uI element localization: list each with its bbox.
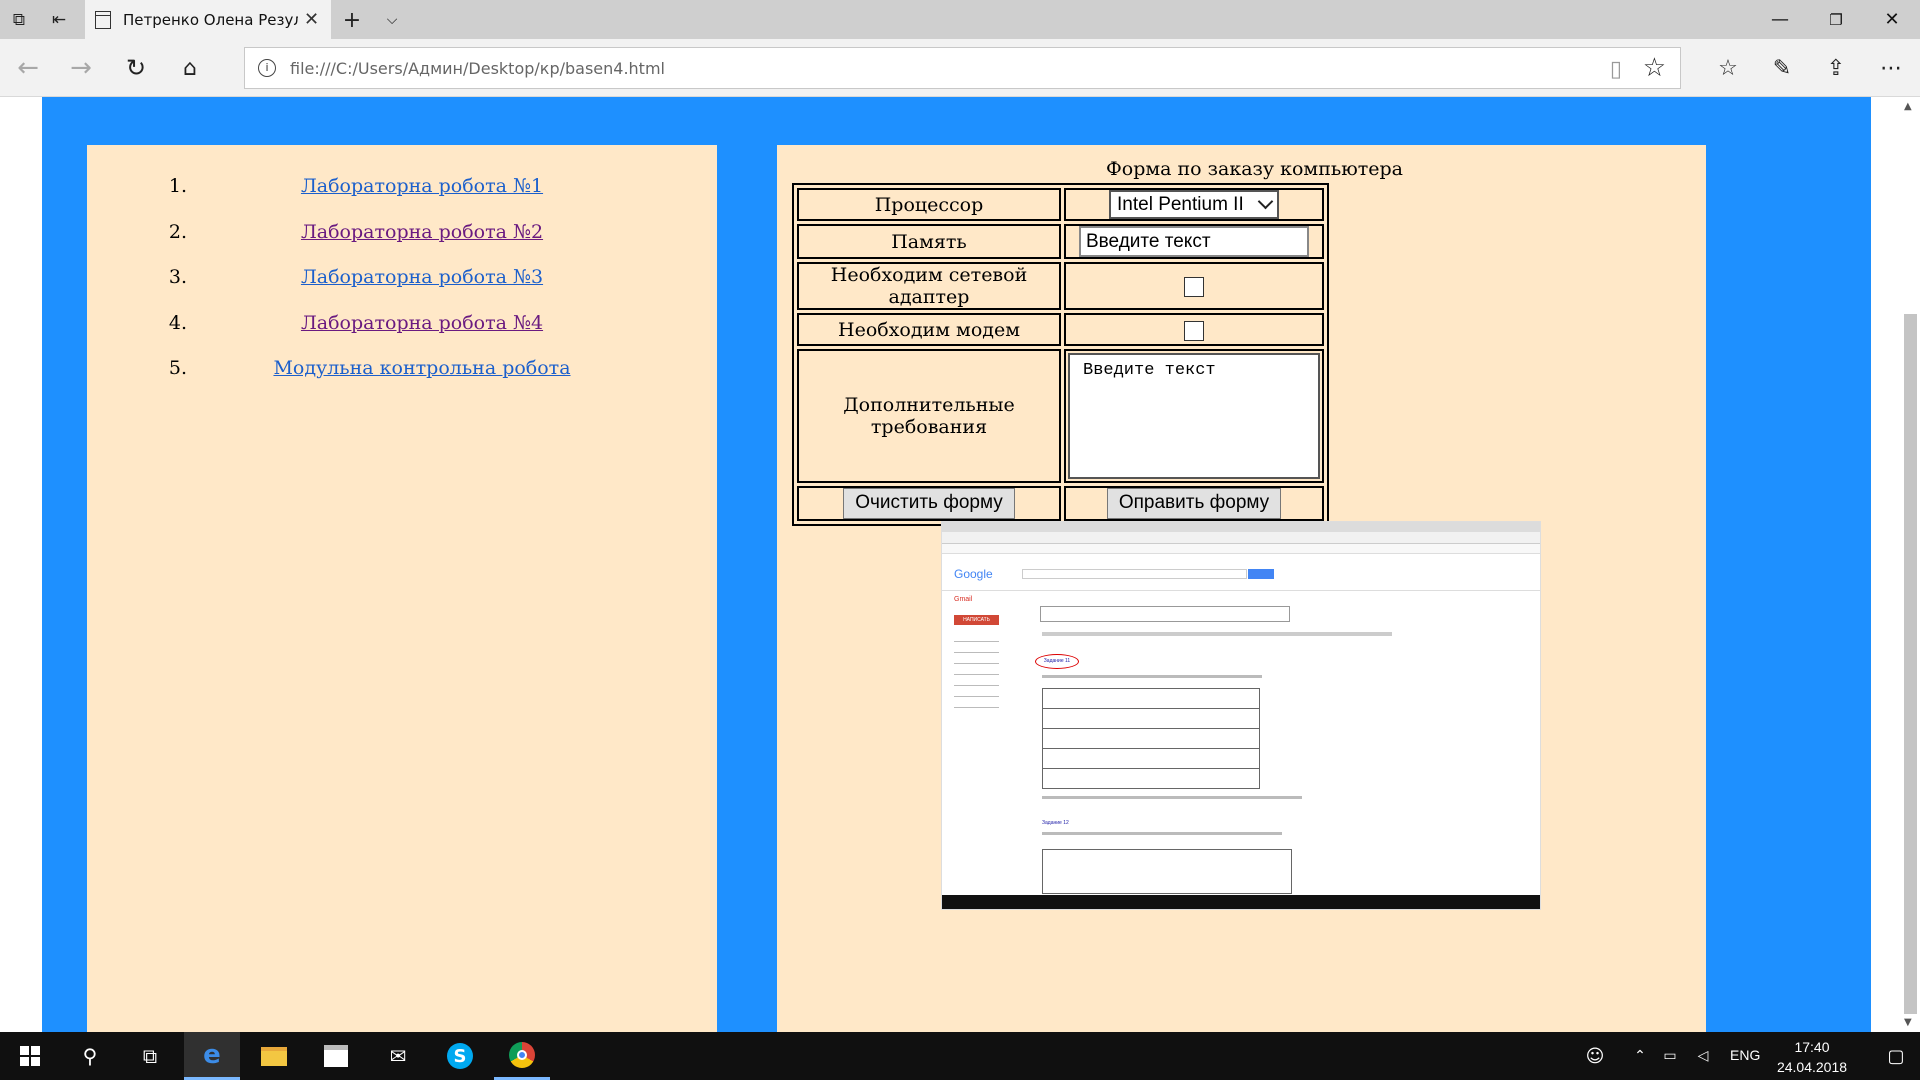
embedded-bookmarks — [942, 544, 1540, 554]
start-button[interactable] — [2, 1032, 58, 1080]
windows-taskbar: ⚲ ⧉ e ✉ S ☺ ⌃ ▭ ◁ ENG 17:40 24.04.2018 ▢ — [0, 1032, 1920, 1080]
tab-title: Петренко Олена Резул — [123, 10, 298, 29]
link-module-test[interactable]: Модульна контрольна робота — [273, 357, 570, 379]
address-bar[interactable]: i file:///C:/Users/Админ/Desktop/кр/base… — [244, 47, 1681, 89]
mail-icon[interactable]: ✉ — [370, 1032, 426, 1080]
reading-view-icon[interactable]: ▯ — [1610, 57, 1622, 82]
embedded-google-logo: Google — [954, 567, 993, 581]
form-title: Форма по заказу компьютера — [1105, 158, 1404, 180]
favorites-hub-icon[interactable]: ☆ — [1710, 51, 1746, 85]
memory-label: Память — [797, 224, 1061, 259]
file-explorer-icon[interactable] — [246, 1032, 302, 1080]
forward-button[interactable]: → — [63, 51, 99, 85]
search-icon[interactable]: ⚲ — [62, 1032, 118, 1080]
order-form-table: Процессор Intel Pentium II Память Введит… — [792, 183, 1329, 526]
more-menu-icon[interactable]: ⋯ — [1873, 51, 1909, 85]
browser-tab[interactable]: Петренко Олена Резул ✕ — [85, 0, 331, 39]
edge-browser-icon[interactable]: e — [184, 1032, 240, 1080]
network-adapter-label: Необходим сетевой адаптер — [797, 262, 1061, 310]
processor-select[interactable]: Intel Pentium II — [1109, 190, 1279, 219]
set-tabs-aside-icon[interactable]: ⇤ — [48, 9, 70, 31]
list-item: 1 Лабораторна робота №1 — [87, 175, 717, 221]
modem-label: Необходим модем — [797, 313, 1061, 346]
list-item: 4 Лабораторна робота №4 — [87, 312, 717, 358]
embedded-screenshot-image: Google Gmail НАПИСАТЬ Задание 11 Задание… — [941, 521, 1541, 910]
link-lab-1[interactable]: Лабораторна робота №1 — [301, 175, 543, 197]
list-item: 3 Лабораторна робота №3 — [87, 266, 717, 312]
link-lab-2[interactable]: Лабораторна робота №2 — [301, 221, 543, 243]
url-text[interactable]: file:///C:/Users/Админ/Desktop/кр/basen4… — [290, 59, 665, 78]
embedded-gmail-label: Gmail — [954, 596, 973, 603]
people-icon[interactable]: ☺ — [1575, 1032, 1615, 1080]
extra-requirements-textarea[interactable]: Введите текст — [1068, 353, 1320, 479]
clock-date: 24.04.2018 — [1776, 1059, 1848, 1075]
browser-tab-bar: ⧉ ⇤ Петренко Олена Резул ✕ + ⌵ — ❐ ✕ — [0, 0, 1920, 39]
clear-form-button[interactable]: Очистить форму — [843, 488, 1015, 519]
memory-input[interactable]: Введите текст — [1079, 226, 1309, 257]
tray-chevron-up-icon[interactable]: ⌃ — [1625, 1032, 1655, 1080]
processor-label: Процессор — [797, 188, 1061, 221]
scrollbar-thumb[interactable] — [1904, 314, 1917, 1014]
page-viewport: 1 Лабораторна робота №1 2 Лабораторна ро… — [0, 97, 1920, 1032]
navigation-panel: 1 Лабораторна робота №1 2 Лабораторна ро… — [87, 145, 717, 1032]
close-window-button[interactable]: ✕ — [1864, 0, 1920, 39]
restore-button[interactable]: ❐ — [1808, 0, 1864, 39]
battery-icon[interactable]: ▭ — [1655, 1032, 1685, 1080]
web-note-icon[interactable]: ✎ — [1764, 51, 1800, 85]
embedded-search-icon — [1248, 569, 1274, 579]
embedded-task-table-2 — [1042, 849, 1292, 894]
windows-logo-icon — [20, 1046, 40, 1066]
share-icon[interactable]: ⇪ — [1818, 51, 1854, 85]
home-button[interactable]: ⌂ — [172, 51, 208, 85]
language-indicator[interactable]: ENG — [1730, 1047, 1760, 1063]
browser-nav-bar: ← → ↻ ⌂ i file:///C:/Users/Админ/Desktop… — [0, 39, 1920, 97]
link-lab-4[interactable]: Лабораторна робота №4 — [301, 312, 543, 334]
list-item: 5 Модульна контрольна робота — [87, 357, 717, 403]
submit-form-button[interactable]: Оправить форму — [1106, 488, 1282, 519]
volume-icon[interactable]: ◁ — [1688, 1032, 1718, 1080]
modem-checkbox[interactable] — [1184, 320, 1204, 341]
clock-time: 17:40 — [1794, 1039, 1830, 1055]
embedded-table-top — [1040, 606, 1290, 622]
back-button[interactable]: ← — [10, 51, 46, 85]
embedded-search-box — [1022, 569, 1247, 579]
form-panel: Форма по заказу компьютера Процессор Int… — [777, 145, 1706, 1032]
task-view-icon[interactable]: ⧉ — [122, 1032, 178, 1080]
store-icon[interactable] — [308, 1032, 364, 1080]
lab-list: 1 Лабораторна робота №1 2 Лабораторна ро… — [87, 145, 717, 403]
vertical-scrollbar[interactable]: ▲ ▼ — [1900, 97, 1920, 1032]
embedded-next-heading: Задание 12 — [1042, 820, 1069, 826]
tab-list-chevron-icon[interactable]: ⌵ — [381, 9, 403, 31]
close-tab-icon[interactable]: ✕ — [304, 9, 319, 30]
extra-requirements-label: Дополнительные требования — [797, 349, 1061, 483]
embedded-addressbar — [942, 532, 1540, 544]
new-tab-icon[interactable]: + — [341, 8, 363, 33]
page-icon — [95, 10, 111, 29]
embedded-taskbar — [942, 895, 1540, 909]
scroll-up-icon[interactable]: ▲ — [1904, 101, 1912, 112]
clock[interactable]: 17:40 24.04.2018 — [1772, 1037, 1852, 1077]
processor-select-value: Intel Pentium II — [1117, 193, 1244, 215]
embedded-folders — [954, 634, 999, 714]
embedded-task-table — [1042, 688, 1260, 789]
skype-icon[interactable]: S — [432, 1032, 488, 1080]
site-info-icon[interactable]: i — [258, 59, 276, 77]
scroll-down-icon[interactable]: ▼ — [1904, 1017, 1912, 1028]
refresh-button[interactable]: ↻ — [118, 51, 154, 85]
favorite-star-icon[interactable]: ☆ — [1643, 53, 1666, 83]
action-center-icon[interactable]: ▢ — [1868, 1032, 1920, 1080]
network-adapter-checkbox[interactable] — [1184, 277, 1204, 297]
chevron-down-icon — [1257, 193, 1274, 210]
chrome-icon[interactable] — [494, 1032, 550, 1080]
embedded-tabbar — [942, 522, 1540, 532]
tab-actions-icon[interactable]: ⧉ — [8, 9, 30, 31]
list-item: 2 Лабораторна робота №2 — [87, 221, 717, 267]
embedded-compose-button: НАПИСАТЬ — [954, 615, 999, 625]
embedded-task-heading: Задание 11 — [1035, 654, 1079, 669]
link-lab-3[interactable]: Лабораторна робота №3 — [301, 266, 543, 288]
minimize-button[interactable]: — — [1752, 0, 1808, 39]
